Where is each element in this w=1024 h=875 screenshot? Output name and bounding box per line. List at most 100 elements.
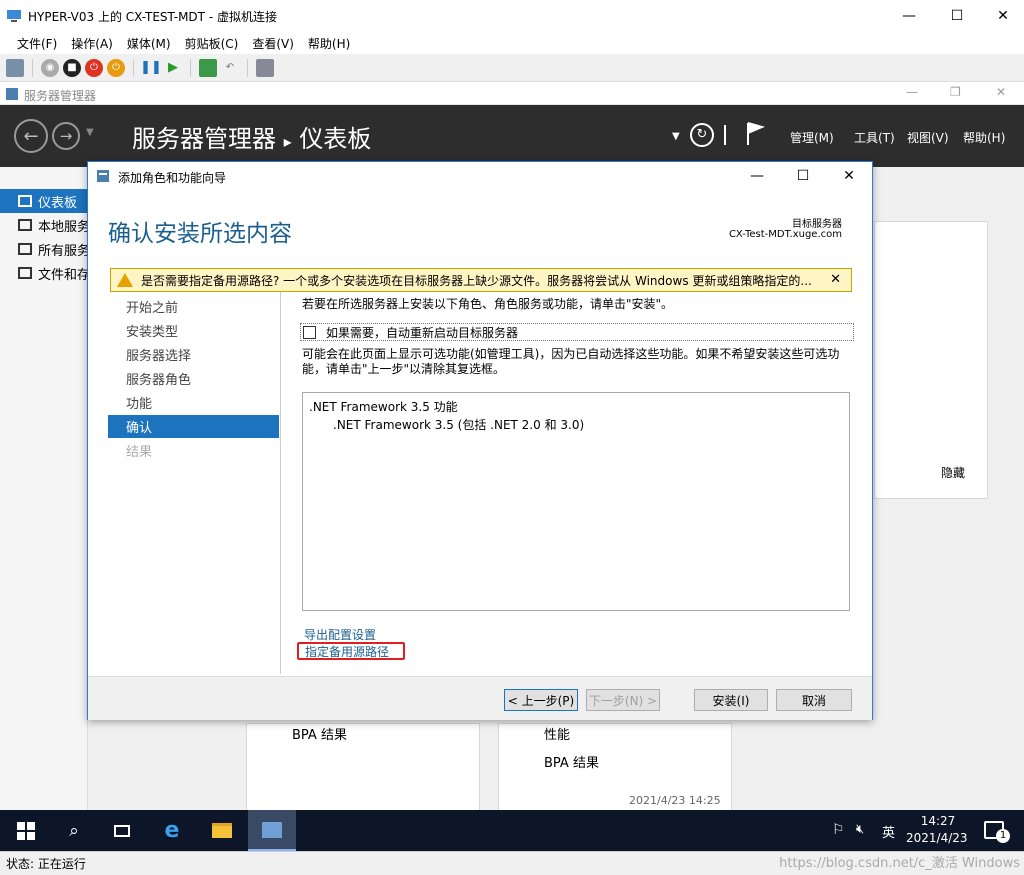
refresh-icon[interactable]: ↻ [690,123,714,147]
save-state-icon[interactable]: ⏻ [107,58,125,77]
checkbox-box[interactable] [303,325,316,339]
dropdown-icon[interactable]: ▼ [672,131,680,142]
dismiss-warning-icon[interactable]: ✕ [830,272,841,287]
role-tile-2: 性能 BPA 结果 2021/4/23 14:25 [498,723,732,810]
menu-view[interactable]: 查看(V) [245,32,301,54]
welcome-tile: 隐藏 [874,221,988,499]
revert-icon[interactable]: ↶ [221,59,239,77]
menu-view-sm[interactable]: 视图(V) [907,129,949,146]
step-server-roles[interactable]: 服务器角色 [108,367,279,390]
alternate-source-highlight: 指定备用源路径 [297,642,405,660]
step-confirmation[interactable]: 确认 [108,415,279,438]
server-icon [18,219,32,231]
start-icon[interactable]: ◉ [41,58,59,77]
menu-action[interactable]: 操作(A) [64,32,120,54]
maximize-button[interactable]: ☐ [934,0,980,32]
vm-window-title: HYPER-V03 上的 CX-TEST-MDT - 虚拟机连接 [28,10,277,24]
dialog-title-bar: 添加角色和功能向导 — ☐ ✕ [88,162,872,190]
wizard-icon [97,170,109,182]
step-results: 结果 [126,445,153,460]
warning-icon [117,273,133,287]
dialog-close-button[interactable]: ✕ [826,162,872,190]
server-manager-header: ← → ▼ 服务器管理器 ▸ 仪表板 ▼ ↻ 管理(M) 工具(T) 视图(V)… [0,105,1024,167]
performance-link[interactable]: 性能 [544,724,570,743]
cancel-button[interactable]: 取消 [776,689,852,711]
back-icon[interactable]: ← [14,119,48,153]
enhanced-session-icon[interactable] [256,58,274,77]
bpa-results-2[interactable]: BPA 结果 [544,752,599,771]
specify-alternate-source-link[interactable]: 指定备用源路径 [305,643,389,660]
sm-close-button[interactable]: ✕ [996,85,1006,99]
vm-title-bar: HYPER-V03 上的 CX-TEST-MDT - 虚拟机连接 — ☐ ✕ [0,0,1024,32]
features-list: .NET Framework 3.5 功能 .NET Framework 3.5… [302,392,850,611]
tile-timestamp: 2021/4/23 14:25 [629,794,721,807]
vm-status-text: 状态: 正在运行 [6,857,86,871]
sm-minimize-button[interactable]: — [906,85,918,99]
resume-icon[interactable]: ▶ [164,59,182,77]
auto-restart-checkbox[interactable]: 如果需要，自动重新启动目标服务器 [300,323,854,341]
add-roles-wizard-dialog: 添加角色和功能向导 — ☐ ✕ 确认安装所选内容 目标服务器 CX-Test-M… [87,161,873,720]
warning-text: 是否需要指定备用源路径? 一个或多个安装选项在目标服务器上缺少源文件。服务器将尝… [141,273,812,288]
pause-icon[interactable]: ❚❚ [140,59,162,77]
hide-link[interactable]: 隐藏 [941,464,965,481]
history-dropdown-icon[interactable]: ▼ [86,127,94,138]
sidebar-item-dashboard[interactable]: 仪表板 [0,189,88,213]
volume-muted-icon[interactable]: 🔇︎ [856,822,864,837]
dialog-minimize-button[interactable]: — [734,162,780,190]
dialog-heading: 确认安装所选内容 [108,221,292,247]
menu-clipboard[interactable]: 剪贴板(C) [178,32,246,54]
sidebar-item-all-servers[interactable]: 所有服务器 [0,237,88,261]
clock-date[interactable]: 2021/4/23 [906,831,968,845]
menu-media[interactable]: 媒体(M) [120,32,178,54]
internet-explorer-icon[interactable]: e [148,810,196,851]
target-server-label: 目标服务器 [792,219,842,230]
dialog-maximize-button[interactable]: ☐ [780,162,826,190]
toolbar-separator [190,58,191,77]
checkpoint-icon[interactable] [199,58,217,77]
sm-restore-button[interactable]: ❐ [950,85,961,99]
menu-help-sm[interactable]: 帮助(H) [963,129,1005,146]
shutdown-icon[interactable]: ⏻ [85,58,103,77]
step-installation-type[interactable]: 安装类型 [108,319,279,342]
ctrl-alt-del-icon[interactable] [6,58,24,77]
turn-off-icon[interactable]: ■ [63,58,81,77]
watermark: https://blog.csdn.net/c_激活 Windows [779,856,1020,871]
flag-icon[interactable] [744,121,766,147]
install-button[interactable]: 安装(I) [694,689,768,711]
server-manager-icon [6,88,18,100]
bpa-results-1[interactable]: BPA 结果 [292,724,347,743]
input-language[interactable]: 英 [882,822,895,841]
install-instructions: 若要在所选服务器上安装以下角色、角色服务或功能，请单击"安装"。 [302,297,674,311]
notification-icon[interactable]: 1 [984,821,1010,843]
menu-file[interactable]: 文件(F) [10,32,64,54]
sidebar-item-local-server[interactable]: 本地服务器 [0,213,88,237]
feature-item: .NET Framework 3.5 (包括 .NET 2.0 和 3.0) [333,418,585,432]
menu-tools[interactable]: 工具(T) [854,129,895,146]
server-manager-window-title: 服务器管理器 [24,89,97,103]
minimize-button[interactable]: — [886,0,932,32]
storage-icon [18,267,32,279]
menu-help[interactable]: 帮助(H) [301,32,357,54]
windows-taskbar: ⌕ e ⚐ 🔇︎ 英 14:27 2021/4/23 1 [0,810,1024,851]
previous-button[interactable]: < 上一步(P) [504,689,578,711]
close-button[interactable]: ✕ [980,0,1024,32]
step-features[interactable]: 功能 [108,391,279,414]
clock-time[interactable]: 14:27 [920,814,956,828]
start-button[interactable] [2,810,50,851]
step-before-you-begin[interactable]: 开始之前 [108,295,279,318]
network-icon[interactable]: ⚐ [832,822,845,838]
step-server-selection[interactable]: 服务器选择 [108,343,279,366]
auto-restart-label: 如果需要，自动重新启动目标服务器 [326,325,519,340]
server-manager-task-icon[interactable] [248,810,296,851]
next-button: 下一步(N) > [586,689,660,711]
target-server-name: CX-Test-MDT.xuge.com [728,229,842,240]
file-explorer-icon[interactable] [198,810,246,851]
warning-banner[interactable]: 是否需要指定备用源路径? 一个或多个安装选项在目标服务器上缺少源文件。服务器将尝… [110,268,852,292]
forward-icon[interactable]: → [52,122,80,150]
search-icon[interactable]: ⌕ [50,810,98,851]
task-view-icon[interactable] [98,810,146,851]
sidebar-item-file-storage[interactable]: 文件和存储服务 [0,261,88,285]
export-config-link[interactable]: 导出配置设置 [304,626,376,643]
feature-group: .NET Framework 3.5 功能 [309,400,458,414]
menu-manage[interactable]: 管理(M) [790,129,834,146]
